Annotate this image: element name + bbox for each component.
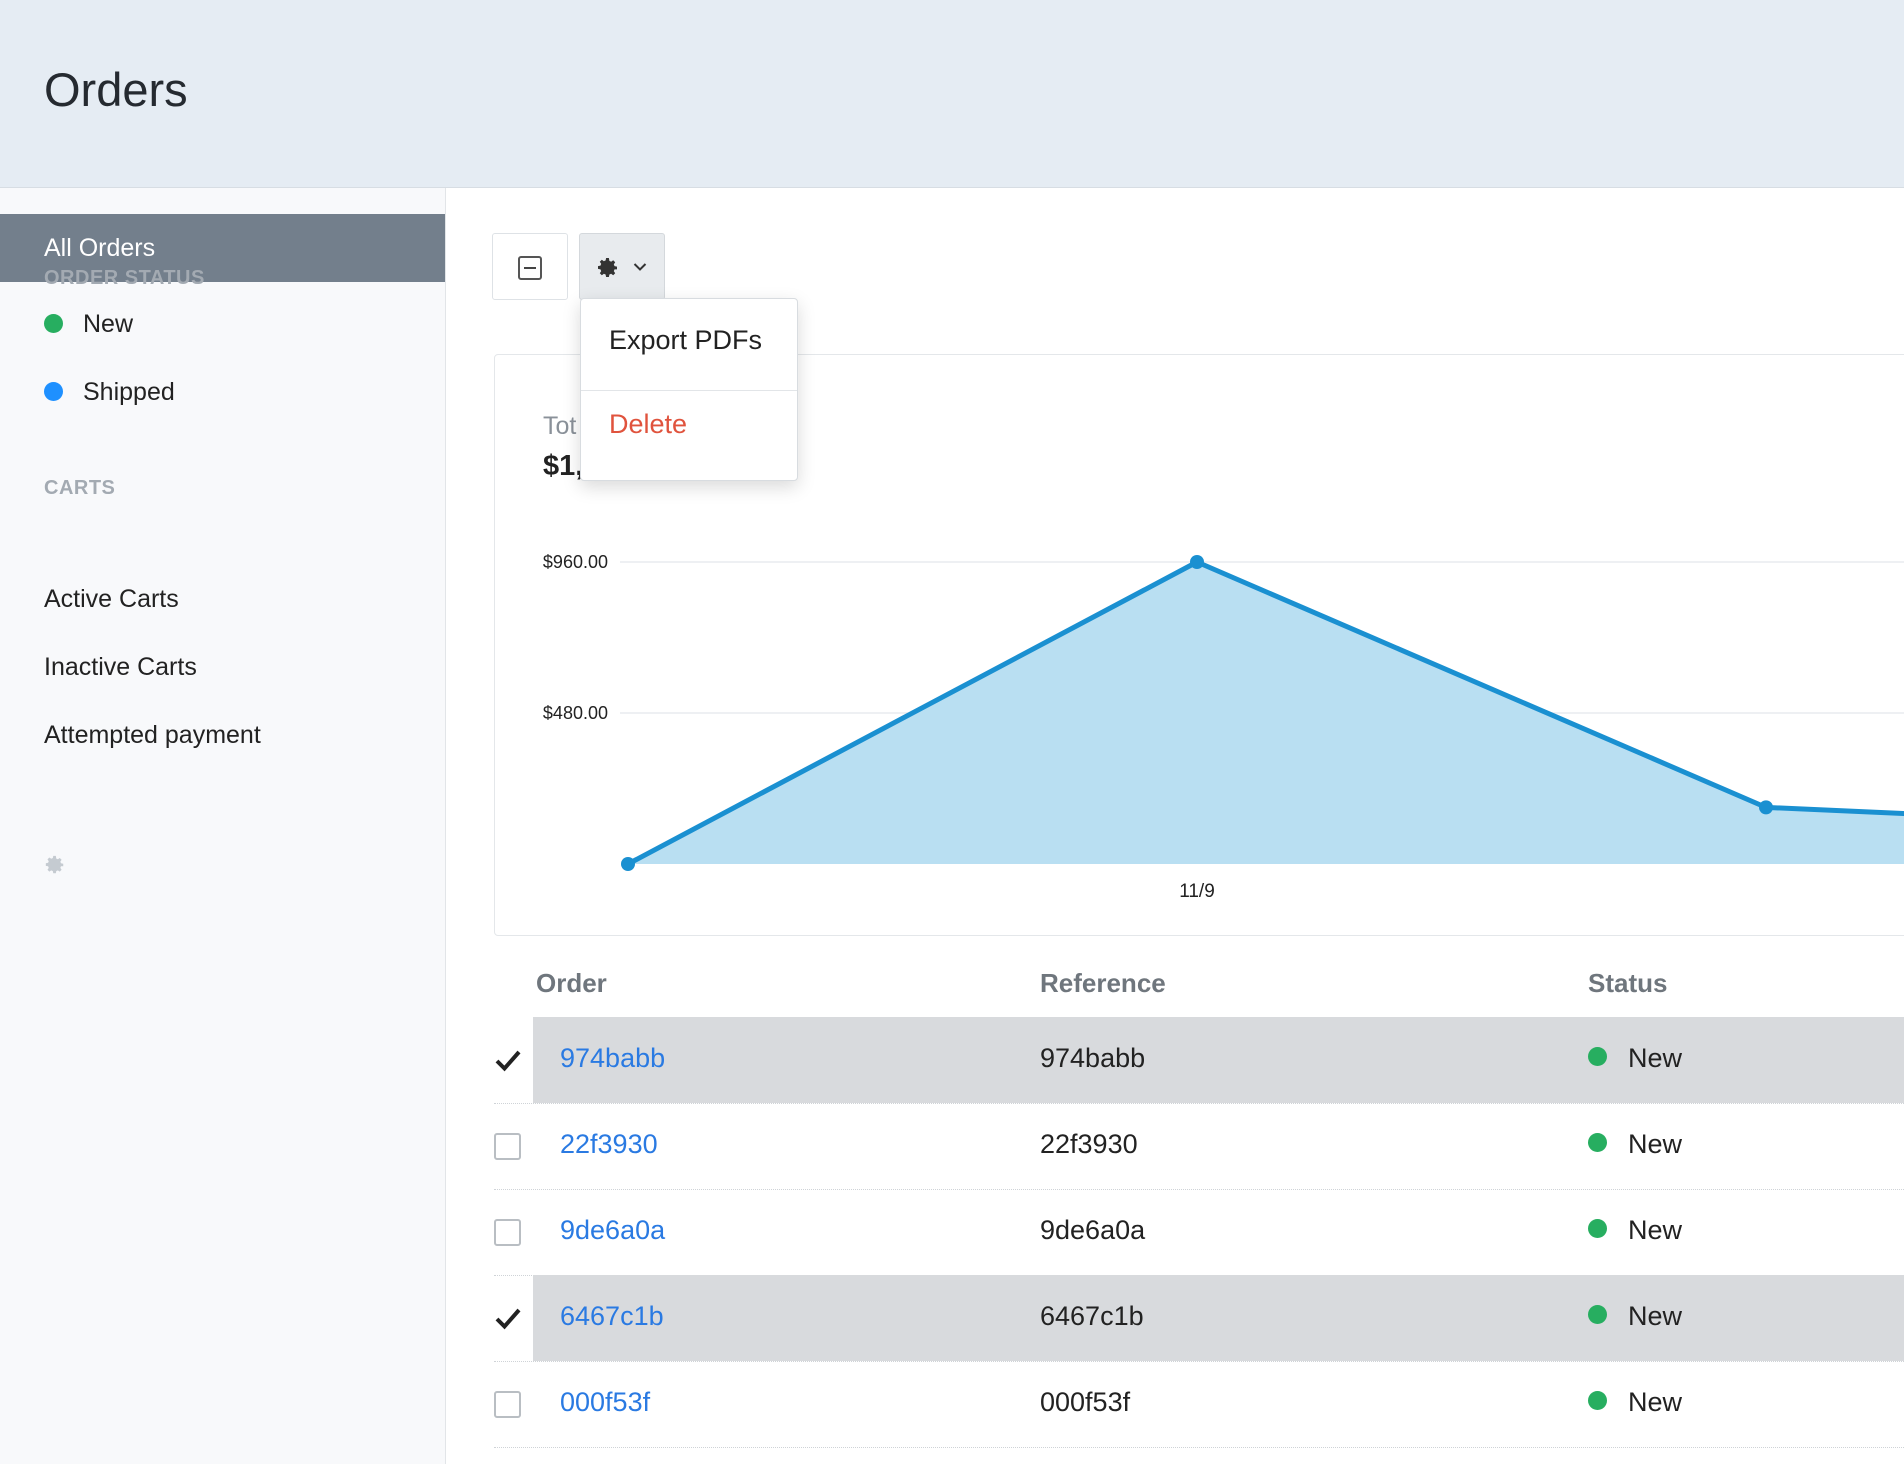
checkmark-icon — [495, 1050, 521, 1072]
row-checkbox[interactable] — [494, 1047, 521, 1074]
gear-icon — [598, 258, 617, 277]
order-link[interactable]: 22f3930 — [560, 1129, 658, 1160]
column-header-status[interactable]: Status — [1588, 968, 1667, 999]
table-row[interactable]: 6467c1b 6467c1b New — [494, 1275, 1904, 1362]
table-row[interactable]: 000f53f 000f53f New — [494, 1361, 1904, 1448]
order-link[interactable]: 6467c1b — [560, 1301, 664, 1332]
x-tick-label: 11/9 — [1179, 881, 1215, 902]
order-status: New — [1588, 1129, 1682, 1160]
order-status: New — [1588, 1043, 1682, 1074]
gear-icon[interactable] — [44, 854, 66, 876]
order-reference: 974babb — [1040, 1043, 1146, 1073]
status-dot-icon — [44, 313, 63, 333]
sidebar-item-label: Shipped — [83, 378, 175, 406]
status-dot-icon — [1588, 1219, 1607, 1239]
table-row[interactable]: 9de6a0a 9de6a0a New — [494, 1189, 1904, 1276]
status-dot-icon — [44, 381, 63, 401]
status-label: New — [1628, 1387, 1683, 1417]
chevron-down-icon — [633, 263, 647, 271]
checkmark-icon — [495, 1308, 521, 1330]
column-header-reference[interactable]: Reference — [1040, 968, 1166, 999]
status-dot-icon — [1588, 1391, 1607, 1411]
sidebar-item-attempted-payment[interactable]: Attempted payment — [44, 721, 261, 750]
status-dot-icon — [1588, 1047, 1607, 1067]
actions-dropdown-menu: Export PDFs Delete — [580, 298, 798, 481]
order-status: New — [1588, 1215, 1682, 1246]
sidebar-item-inactive-carts[interactable]: Inactive Carts — [44, 653, 197, 682]
order-status: New — [1588, 1387, 1682, 1418]
main-content: Tot $1, $960.00 $480.00 11/9 Export PDFs D… — [446, 188, 1904, 1464]
menu-divider — [581, 390, 797, 391]
status-dot-icon — [1588, 1305, 1607, 1325]
actions-menu-button[interactable] — [579, 233, 665, 300]
status-label: New — [1628, 1043, 1683, 1073]
selected-row-highlight — [533, 1275, 1904, 1361]
row-checkbox[interactable] — [494, 1305, 521, 1332]
y-tick-label: $960.00 — [543, 552, 608, 572]
table-row[interactable]: 974babb 974babb New — [494, 1017, 1904, 1104]
order-status: New — [1588, 1301, 1682, 1332]
sidebar-heading-carts: CARTS — [44, 477, 116, 499]
order-reference: 9de6a0a — [1040, 1215, 1146, 1245]
status-label: New — [1628, 1301, 1683, 1331]
order-reference: 22f3930 — [1040, 1129, 1138, 1159]
row-checkbox[interactable] — [494, 1391, 521, 1418]
status-dot-icon — [1588, 1133, 1607, 1153]
sidebar-heading-order-status: ORDER STATUS — [44, 267, 205, 289]
status-label: New — [1628, 1129, 1683, 1159]
row-checkbox[interactable] — [494, 1133, 521, 1160]
data-point — [621, 857, 635, 871]
selected-row-highlight — [533, 1017, 1904, 1103]
data-point — [1759, 800, 1773, 815]
sidebar-item-shipped[interactable]: Shipped — [44, 378, 175, 407]
order-link[interactable]: 974babb — [560, 1043, 665, 1074]
collapse-button[interactable] — [492, 233, 568, 300]
order-reference: 000f53f — [1040, 1387, 1131, 1417]
sidebar-item-label: New — [83, 310, 134, 338]
delete-menu-item[interactable]: Delete — [609, 409, 687, 440]
page-title: Orders — [44, 63, 188, 116]
row-checkbox[interactable] — [494, 1219, 521, 1246]
data-point — [1190, 555, 1204, 569]
status-label: New — [1628, 1215, 1683, 1245]
order-link[interactable]: 9de6a0a — [560, 1215, 665, 1246]
table-row[interactable]: 22f3930 22f3930 New — [494, 1103, 1904, 1190]
order-link[interactable]: 000f53f — [560, 1387, 650, 1418]
y-tick-label: $480.00 — [543, 703, 608, 723]
minus-square-icon — [518, 256, 542, 280]
export-pdfs-menu-item[interactable]: Export PDFs — [609, 325, 762, 356]
order-reference: 6467c1b — [1040, 1301, 1144, 1331]
sidebar-item-new[interactable]: New — [44, 310, 133, 339]
sidebar-item-active-carts[interactable]: Active Carts — [44, 585, 179, 614]
sidebar: All Orders ORDER STATUS New Shipped CART… — [0, 188, 446, 1464]
column-header-order[interactable]: Order — [536, 968, 607, 999]
page-header: Orders — [0, 0, 1904, 188]
